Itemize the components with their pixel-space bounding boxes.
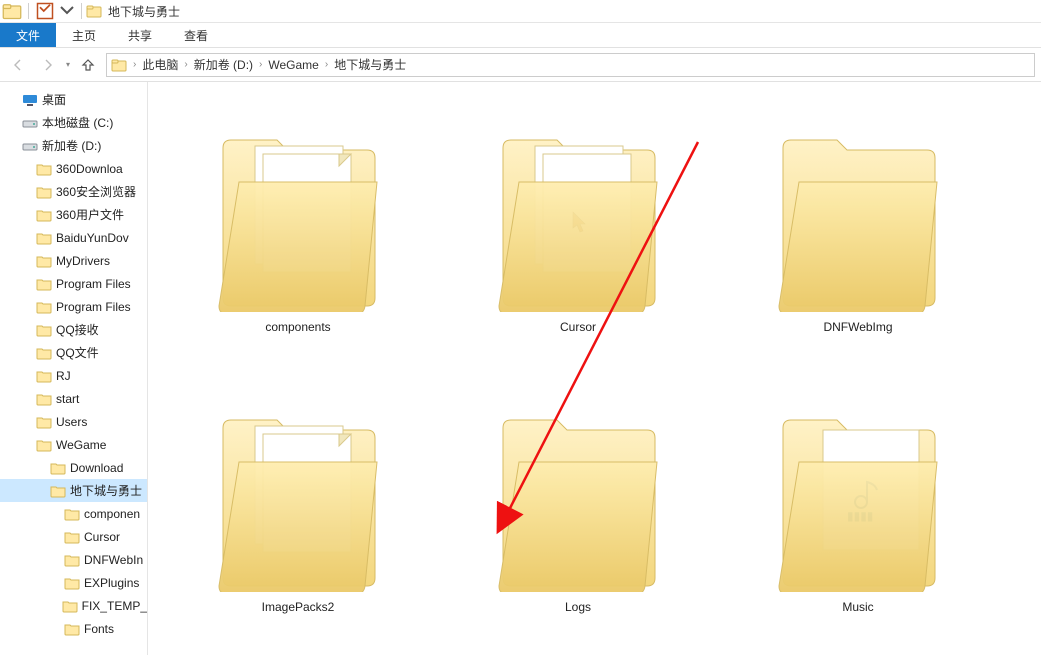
ribbon: 文件 主页 共享 查看 — [0, 23, 1041, 48]
sidebar-item[interactable]: Users — [0, 410, 147, 433]
content-pane[interactable]: components Cursor DNFWebImg — [148, 82, 1041, 655]
window-folder-icon — [86, 3, 102, 19]
breadcrumb-item[interactable]: WeGame — [268, 58, 318, 72]
sidebar-item-label: DNFWebIn — [84, 553, 143, 567]
items-grid: components Cursor DNFWebImg — [148, 82, 1041, 655]
folder-app-icon — [2, 1, 22, 21]
sidebar-item-label: RJ — [56, 369, 71, 383]
sidebar-item[interactable]: start — [0, 387, 147, 410]
sidebar-item-label: Users — [56, 415, 87, 429]
sidebar-item-label: 本地磁盘 (C:) — [42, 114, 113, 131]
breadcrumb-item[interactable]: 此电脑 — [142, 56, 178, 73]
sidebar-item-label: 新加卷 (D:) — [42, 137, 101, 154]
folder-item[interactable]: Cursor — [438, 94, 718, 374]
folder-item[interactable]: components — [158, 94, 438, 374]
sidebar-item[interactable]: 360Downloa — [0, 157, 147, 180]
nav-back-button[interactable] — [6, 53, 30, 77]
sidebar-item-label: 360用户文件 — [56, 206, 124, 223]
sidebar-item-label: Fonts — [84, 622, 114, 636]
folder-item[interactable]: ▮▮▮▮ Music — [718, 374, 998, 654]
ribbon-tab-share[interactable]: 共享 — [112, 23, 168, 47]
sidebar-item[interactable]: BaiduYunDov — [0, 226, 147, 249]
chevron-right-icon[interactable]: › — [255, 59, 266, 70]
folder-item[interactable]: DNFWebImg — [718, 94, 998, 374]
sidebar-item[interactable]: 桌面 — [0, 88, 147, 111]
folder-label: Logs — [565, 600, 591, 614]
window-title: 地下城与勇士 — [108, 3, 180, 20]
sidebar-item[interactable]: RJ — [0, 364, 147, 387]
folder-label: Cursor — [560, 320, 596, 334]
sidebar-item[interactable]: Fonts — [0, 617, 147, 640]
properties-icon[interactable] — [35, 1, 55, 21]
nav-up-button[interactable] — [76, 53, 100, 77]
sidebar-item-label: WeGame — [56, 438, 106, 452]
chevron-right-icon[interactable]: › — [129, 59, 140, 70]
address-bar[interactable]: › 此电脑 › 新加卷 (D:) › WeGame › 地下城与勇士 — [106, 53, 1035, 77]
sidebar-item-label: Download — [70, 461, 123, 475]
chevron-right-icon[interactable]: › — [321, 59, 332, 70]
sidebar-item[interactable]: componen — [0, 502, 147, 525]
folder-item[interactable]: Logs — [438, 374, 718, 654]
sidebar-item[interactable]: FIX_TEMP_ — [0, 594, 147, 617]
address-folder-icon — [111, 57, 127, 73]
nav-bar: ▾ › 此电脑 › 新加卷 (D:) › WeGame › 地下城与勇士 — [0, 48, 1041, 82]
sidebar-item[interactable]: QQ文件 — [0, 341, 147, 364]
sidebar-item-label: BaiduYunDov — [56, 231, 129, 245]
sidebar-item-label: MyDrivers — [56, 254, 110, 268]
ribbon-file-tab[interactable]: 文件 — [0, 23, 56, 47]
nav-forward-button[interactable] — [36, 53, 60, 77]
sidebar-item-label: start — [56, 392, 79, 406]
sidebar-item-label: Program Files — [56, 300, 131, 314]
folder-icon — [493, 392, 663, 592]
sidebar-item-label: 360安全浏览器 — [56, 183, 136, 200]
sidebar-item[interactable]: DNFWebIn — [0, 548, 147, 571]
separator — [28, 3, 29, 19]
sidebar-item[interactable]: 本地磁盘 (C:) — [0, 111, 147, 134]
folder-label: components — [265, 320, 330, 334]
sidebar-item-label: EXPlugins — [84, 576, 139, 590]
ribbon-tab-home[interactable]: 主页 — [56, 23, 112, 47]
folder-icon — [213, 392, 383, 592]
folder-label: DNFWebImg — [823, 320, 892, 334]
sidebar-item[interactable]: EXPlugins — [0, 571, 147, 594]
separator — [81, 3, 82, 19]
nav-sidebar[interactable]: 桌面本地磁盘 (C:) 新加卷 (D:) 360Downloa 360安全浏览器 360… — [0, 82, 148, 655]
sidebar-item[interactable]: QQ接收 — [0, 318, 147, 341]
sidebar-item-label: Cursor — [84, 530, 120, 544]
sidebar-item[interactable]: WeGame — [0, 433, 147, 456]
sidebar-item[interactable]: Program Files — [0, 272, 147, 295]
qat-dropdown-icon[interactable] — [57, 1, 77, 21]
breadcrumb-item[interactable]: 地下城与勇士 — [334, 56, 406, 73]
sidebar-item-label: QQ接收 — [56, 321, 99, 338]
explorer-body: 桌面本地磁盘 (C:) 新加卷 (D:) 360Downloa 360安全浏览器 360… — [0, 82, 1041, 655]
title-bar: 地下城与勇士 — [0, 0, 1041, 23]
chevron-right-icon[interactable]: › — [180, 59, 191, 70]
sidebar-item-label: 桌面 — [42, 91, 66, 108]
folder-label: Music — [842, 600, 873, 614]
sidebar-item[interactable]: Cursor — [0, 525, 147, 548]
sidebar-item[interactable]: 360用户文件 — [0, 203, 147, 226]
folder-icon — [213, 112, 383, 312]
sidebar-item-label: Program Files — [56, 277, 131, 291]
folder-icon — [493, 112, 663, 312]
sidebar-item[interactable]: MyDrivers — [0, 249, 147, 272]
sidebar-item-label: 地下城与勇士 — [70, 482, 142, 499]
sidebar-item[interactable]: Program Files — [0, 295, 147, 318]
nav-history-dropdown[interactable]: ▾ — [66, 60, 70, 69]
sidebar-item[interactable]: Download — [0, 456, 147, 479]
sidebar-item[interactable]: 新加卷 (D:) — [0, 134, 147, 157]
folder-label: ImagePacks2 — [262, 600, 335, 614]
sidebar-item-label: FIX_TEMP_ — [82, 599, 147, 613]
folder-item[interactable]: ImagePacks2 — [158, 374, 438, 654]
sidebar-item-label: QQ文件 — [56, 344, 99, 361]
breadcrumb-item[interactable]: 新加卷 (D:) — [194, 56, 253, 73]
folder-icon: ▮▮▮▮ — [773, 392, 943, 592]
folder-icon — [773, 112, 943, 312]
sidebar-item[interactable]: 360安全浏览器 — [0, 180, 147, 203]
ribbon-tab-view[interactable]: 查看 — [168, 23, 224, 47]
quick-access-toolbar — [2, 1, 77, 21]
sidebar-item-label: componen — [84, 507, 140, 521]
sidebar-item[interactable]: 地下城与勇士 — [0, 479, 147, 502]
sidebar-item-label: 360Downloa — [56, 162, 123, 176]
